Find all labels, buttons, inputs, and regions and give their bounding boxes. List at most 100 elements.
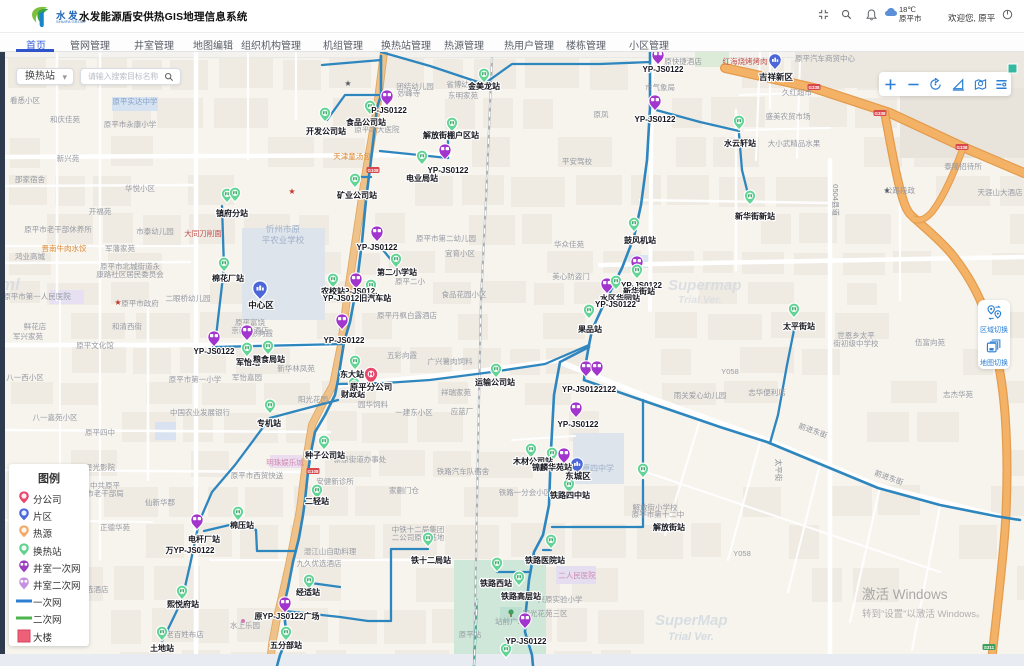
svg-text:YP-JS0122: YP-JS0122 (595, 300, 636, 309)
svg-text:广兴薯肉饲料: 广兴薯肉饲料 (428, 356, 473, 366)
svg-text:矿业公司站: 矿业公司站 (337, 190, 377, 200)
svg-text:市气象局: 市气象局 (645, 82, 675, 92)
svg-text:S311: S311 (984, 645, 995, 650)
svg-text:市老干部局: 市老干部局 (86, 488, 124, 498)
svg-text:原平二小: 原平二小 (395, 277, 425, 286)
svg-text:天涯山大酒店: 天涯山大酒店 (978, 187, 1023, 197)
svg-text:五分部站: 五分部站 (270, 640, 302, 650)
svg-text:P-JS0122: P-JS0122 (371, 106, 407, 115)
svg-text:★: ★ (344, 79, 351, 88)
svg-text:Supermap: Supermap (668, 277, 741, 294)
svg-text:解放街站: 解放街站 (653, 522, 685, 532)
svg-text:新华街新站: 新华街新站 (735, 211, 775, 221)
svg-text:G338: G338 (808, 85, 820, 90)
svg-text:安健新诊所: 安健新诊所 (316, 476, 354, 486)
svg-text:团结幼儿园: 团结幼儿园 (396, 81, 434, 91)
svg-text:开福苑: 开福苑 (89, 206, 112, 216)
svg-text:原平市老干部休养所: 原平市老干部休养所 (24, 224, 92, 234)
svg-text:和清西街: 和清西街 (112, 321, 142, 331)
svg-text:果品站: 果品站 (577, 324, 602, 334)
svg-text:大小武精品水果: 大小武精品水果 (768, 138, 821, 148)
svg-text:原平市第一人民医院: 原平市第一人民医院 (3, 291, 71, 301)
svg-text:铁路医院站: 铁路医院站 (525, 555, 565, 565)
svg-text:二公司原平基地: 二公司原平基地 (392, 532, 445, 542)
svg-text:华众佳苑: 华众佳苑 (554, 239, 584, 249)
svg-text:Trial Ver.: Trial Ver. (678, 294, 722, 306)
svg-text:太平街: 太平街 (774, 459, 784, 482)
svg-text:原平实达中学: 原平实达中学 (113, 96, 158, 106)
svg-text:粮食局站: 粮食局站 (253, 354, 285, 364)
svg-text:八一西小区: 八一西小区 (6, 373, 44, 382)
svg-text:万YP-JS0122: 万YP-JS0122 (165, 546, 215, 555)
svg-text:SuperMap: SuperMap (655, 612, 728, 629)
svg-text:看悉小区: 看悉小区 (10, 95, 40, 105)
svg-text:祥瑞家苑: 祥瑞家苑 (441, 387, 471, 397)
svg-text:二人民医院: 二人民医院 (558, 570, 596, 580)
svg-text:志杰华苑: 志杰华苑 (943, 389, 973, 399)
svg-text:美心防盗门: 美心防盗门 (552, 271, 590, 281)
svg-text:星光影院: 星光影院 (85, 462, 115, 472)
svg-text:华悦小区: 华悦小区 (125, 183, 155, 193)
svg-text:Trial Ver.: Trial Ver. (668, 631, 714, 643)
svg-text:种子公司站: 种子公司站 (304, 450, 345, 460)
svg-text:军藩家苑: 军藩家苑 (105, 243, 135, 253)
svg-text:G108: G108 (307, 469, 319, 474)
svg-text:食品花园小区: 食品花园小区 (442, 289, 487, 299)
svg-text:仙新华郡: 仙新华郡 (145, 497, 175, 507)
svg-text:老百姓布店: 老百姓布店 (166, 629, 204, 639)
svg-text:G338: G338 (956, 145, 968, 150)
svg-text:雨关爱心幼儿园: 雨关爱心幼儿园 (674, 390, 727, 400)
svg-text:中心区: 中心区 (248, 300, 274, 310)
svg-text:原凤: 原凤 (594, 110, 609, 119)
svg-text:专机站: 专机站 (257, 418, 281, 428)
svg-text:棉压站: 棉压站 (230, 520, 254, 530)
svg-text:新兴苑: 新兴苑 (57, 153, 80, 163)
svg-text:原平市第十二中: 原平市第十二中 (632, 509, 685, 519)
svg-text:鼓风机站: 鼓风机站 (624, 235, 656, 245)
svg-text:红海烧烤烤肉: 红海烧烤烤肉 (723, 56, 768, 66)
svg-text:YP-JS0122122: YP-JS0122122 (562, 385, 617, 394)
svg-text:原平市政府: 原平市政府 (121, 298, 159, 308)
svg-text:熙悦府站: 熙悦府站 (167, 599, 199, 609)
svg-text:湿江山自助料理: 湿江山自助料理 (304, 546, 357, 556)
svg-text:平安驾校: 平安驾校 (562, 156, 592, 166)
svg-text:棉花厂站: 棉花厂站 (212, 273, 244, 283)
svg-text:一建东小区: 一建东小区 (395, 407, 433, 417)
svg-text:电业局站: 电业局站 (406, 173, 438, 183)
svg-text:和庆佳苑: 和庆佳苑 (50, 114, 80, 124)
svg-text:康路社区居民委员会: 康路社区居民委员会 (96, 269, 164, 279)
svg-text:★: ★ (883, 186, 890, 195)
svg-text:原平文化馆: 原平文化馆 (76, 340, 114, 350)
svg-text:九久优选酒店: 九久优选酒店 (297, 558, 342, 568)
svg-text:宜育小区: 宜育小区 (445, 248, 475, 258)
svg-text:铁路四中站: 铁路四中站 (550, 490, 590, 500)
svg-text:东明家苑: 东明家苑 (448, 90, 478, 100)
svg-text:铁路汽车队宿舍: 铁路汽车队宿舍 (437, 466, 490, 476)
svg-text:食品公司站: 食品公司站 (346, 117, 386, 127)
svg-text:新华林凤苑: 新华林凤苑 (277, 363, 315, 373)
svg-text:YP-JS0122: YP-JS0122 (357, 243, 398, 252)
svg-text:YP-JS0122: YP-JS0122 (324, 336, 365, 345)
svg-text:原平站: 原平站 (459, 629, 482, 639)
svg-text:铁路一分会小区: 铁路一分会小区 (499, 487, 552, 497)
svg-text:YP-JS0122: YP-JS0122 (558, 420, 599, 429)
svg-text:铁路高层站: 铁路高层站 (501, 591, 541, 601)
svg-text:志华便利店: 志华便利店 (748, 387, 786, 397)
svg-text:东大站: 东大站 (340, 369, 364, 379)
svg-text:五彩向霞: 五彩向霞 (387, 350, 417, 360)
svg-text:YP-JS0122: YP-JS0122 (635, 115, 676, 124)
svg-text:二轻站: 二轻站 (305, 496, 329, 506)
svg-text:平农业学校: 平农业学校 (262, 235, 305, 245)
svg-text:铁路西站: 铁路西站 (480, 578, 512, 588)
svg-text:原平四中: 原平四中 (85, 427, 115, 437)
svg-text:园华饲料: 园华饲料 (358, 399, 388, 409)
svg-text:大同刀削面: 大同刀削面 (184, 228, 222, 238)
svg-text:铁十二局站: 铁十二局站 (411, 555, 451, 565)
svg-text:解放街棚户区站: 解放街棚户区站 (423, 130, 479, 140)
svg-text:忻州市原: 忻州市原 (266, 224, 300, 234)
svg-text:开发公司站: 开发公司站 (306, 126, 346, 136)
svg-text:YP-JS012旧汽车站: YP-JS012旧汽车站 (323, 293, 391, 303)
svg-text:天津童汤包: 天津童汤包 (333, 151, 371, 161)
svg-text:市泰幼儿园: 市泰幼儿园 (136, 226, 174, 236)
svg-text:原平丹枫白露酒店: 原平丹枫白露酒店 (377, 310, 437, 320)
